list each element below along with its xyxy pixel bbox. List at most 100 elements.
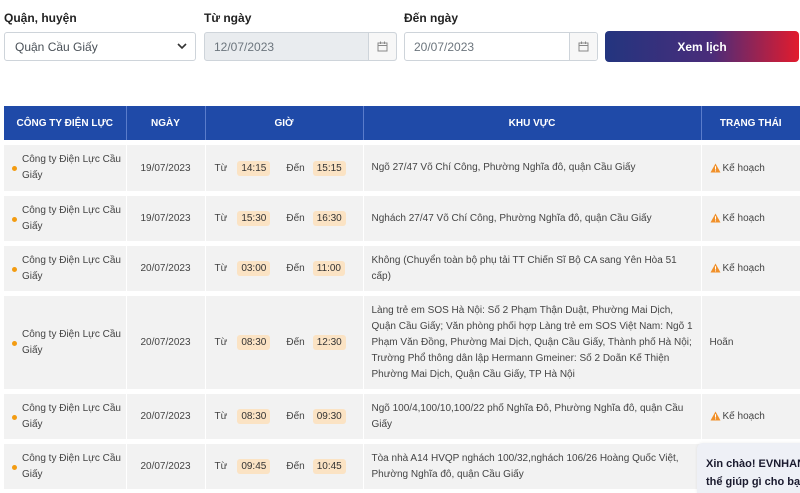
end-time: 10:45 bbox=[312, 459, 346, 474]
start-time: 08:30 bbox=[237, 335, 271, 350]
to-word: Đến bbox=[286, 411, 305, 422]
to-date-value: 20/07/2023 bbox=[414, 40, 475, 54]
company-name: Công ty Điện Lực Cầu Giấy bbox=[22, 254, 121, 282]
from-date-value: 12/07/2023 bbox=[214, 40, 275, 54]
company-name: Công ty Điện Lực Cầu Giấy bbox=[22, 204, 121, 232]
table-row: Công ty Điện Lực Cầu Giấy 20/07/2023 Từ 03:… bbox=[4, 246, 800, 291]
from-word: Từ bbox=[214, 162, 228, 174]
status-text: Kế hoạch bbox=[722, 213, 765, 224]
to-word: Đến bbox=[286, 213, 305, 224]
to-word: Đến bbox=[286, 337, 305, 348]
time-cell: Từ 03:00 Đến 11:00 bbox=[205, 246, 364, 291]
header-time: GIỜ bbox=[205, 106, 364, 140]
bullet-icon bbox=[12, 166, 17, 171]
end-time: 15:15 bbox=[312, 160, 346, 176]
to-date-label: Đến ngày bbox=[404, 11, 459, 25]
from-date-label: Từ ngày bbox=[204, 11, 252, 25]
from-word: Từ bbox=[214, 461, 228, 472]
area-cell: Ngõ 100/4,100/10,100/22 phố Nghĩa Đô, Ph… bbox=[363, 394, 702, 439]
status-cell: Kế hoạch bbox=[701, 394, 800, 439]
company-name: Công ty Điện Lực Cầu Giấy bbox=[22, 452, 121, 480]
area-cell: Ngõ 27/47 Võ Chí Công, Phường Nghĩa đô, … bbox=[363, 145, 702, 191]
time-cell: Từ 14:15 Đến 15:15 bbox=[205, 145, 364, 191]
from-date-input[interactable]: 12/07/2023 bbox=[204, 32, 397, 61]
table-row: Công ty Điện Lực Cầu Giấy 19/07/2023 Từ 15:… bbox=[4, 196, 800, 241]
bullet-icon bbox=[12, 266, 17, 272]
status-cell: Kế hoạch bbox=[701, 246, 800, 291]
date-cell: 19/07/2023 bbox=[126, 196, 206, 241]
from-word: Từ bbox=[214, 263, 228, 274]
bullet-icon bbox=[12, 216, 17, 222]
to-word: Đến bbox=[286, 162, 305, 174]
table-row: Công ty Điện Lực Cầu Giấy 20/07/2023 Từ 08:… bbox=[4, 296, 800, 389]
time-cell: Từ 15:30 Đến 16:30 bbox=[205, 196, 364, 241]
warning-icon bbox=[710, 163, 720, 172]
to-date-input[interactable]: 20/07/2023 bbox=[404, 32, 598, 61]
status-text: Hoãn bbox=[709, 337, 734, 348]
to-word: Đến bbox=[286, 263, 305, 274]
table-header-row: CÔNG TY ĐIỆN LỰC NGÀY GIỜ KHU VỰC TRẠNG … bbox=[4, 106, 800, 140]
district-select[interactable]: Quận Cầu Giấy bbox=[4, 32, 196, 61]
start-time: 08:30 bbox=[237, 409, 271, 424]
table-row: Công ty Điện Lực Cầu Giấy 20/07/2023 Từ 09:… bbox=[4, 444, 800, 489]
district-value: Quận Cầu Giấy bbox=[15, 40, 98, 54]
calendar-icon[interactable] bbox=[569, 33, 597, 60]
from-word: Từ bbox=[214, 337, 228, 348]
company-cell: Công ty Điện Lực Cầu Giấy bbox=[4, 444, 127, 489]
company-name: Công ty Điện Lực Cầu Giấy bbox=[22, 402, 121, 430]
end-time: 11:00 bbox=[312, 261, 345, 276]
warning-icon bbox=[710, 213, 720, 223]
area-cell: Nghách 27/47 Võ Chí Công, Phường Nghĩa đ… bbox=[363, 196, 702, 241]
date-cell: 20/07/2023 bbox=[126, 444, 206, 489]
area-cell: Làng trẻ em SOS Hà Nội: Số 2 Phạm Thận D… bbox=[363, 296, 702, 389]
bullet-icon bbox=[12, 464, 17, 470]
warning-icon bbox=[710, 263, 720, 273]
end-time: 09:30 bbox=[312, 409, 346, 424]
status-text: Kế hoạch bbox=[722, 162, 765, 174]
table-body: Công ty Điện Lực Cầu Giấy 19/07/2023 Từ 14:… bbox=[4, 140, 800, 489]
table-row: Công ty Điện Lực Cầu Giấy 19/07/2023 Từ 14:… bbox=[4, 145, 800, 191]
chat-widget[interactable]: Xin chào! EVNHANOI thể giúp gì cho bạn bbox=[697, 443, 800, 493]
header-status: TRẠNG THÁI bbox=[701, 106, 800, 140]
chat-greeting-line1: Xin chào! EVNHANOI bbox=[706, 458, 800, 470]
date-cell: 20/07/2023 bbox=[126, 394, 206, 439]
start-time: 14:15 bbox=[237, 160, 271, 176]
table-row: Công ty Điện Lực Cầu Giấy 20/07/2023 Từ 08:… bbox=[4, 394, 800, 439]
time-cell: Từ 09:45 Đến 10:45 bbox=[205, 444, 364, 489]
company-cell: Công ty Điện Lực Cầu Giấy bbox=[4, 145, 127, 191]
date-cell: 19/07/2023 bbox=[126, 145, 206, 191]
company-name: Công ty Điện Lực Cầu Giấy bbox=[22, 154, 121, 181]
status-cell: Kế hoạch bbox=[701, 196, 800, 241]
company-cell: Công ty Điện Lực Cầu Giấy bbox=[4, 296, 127, 389]
chevron-down-icon bbox=[177, 43, 187, 50]
end-time: 12:30 bbox=[312, 335, 346, 350]
end-time: 16:30 bbox=[312, 211, 346, 226]
status-text: Kế hoạch bbox=[722, 411, 765, 422]
area-cell: Tòa nhà A14 HVQP nghách 100/32,nghách 10… bbox=[363, 444, 702, 489]
outage-table: CÔNG TY ĐIỆN LỰC NGÀY GIỜ KHU VỰC TRẠNG … bbox=[4, 106, 800, 489]
warning-icon bbox=[710, 411, 720, 421]
from-word: Từ bbox=[214, 411, 228, 422]
calendar-icon[interactable] bbox=[368, 33, 396, 60]
time-cell: Từ 08:30 Đến 09:30 bbox=[205, 394, 364, 439]
company-cell: Công ty Điện Lực Cầu Giấy bbox=[4, 246, 127, 291]
status-cell: Kế hoạch bbox=[701, 145, 800, 191]
district-label: Quận, huyện bbox=[4, 11, 77, 25]
view-schedule-button[interactable]: Xem lịch bbox=[605, 31, 799, 62]
bullet-icon bbox=[12, 340, 17, 346]
company-name: Công ty Điện Lực Cầu Giấy bbox=[22, 328, 121, 356]
time-cell: Từ 08:30 Đến 12:30 bbox=[205, 296, 364, 389]
start-time: 03:00 bbox=[237, 261, 271, 276]
chat-greeting-line2: thể giúp gì cho bạn bbox=[706, 476, 800, 488]
date-cell: 20/07/2023 bbox=[126, 296, 206, 389]
date-cell: 20/07/2023 bbox=[126, 246, 206, 291]
status-text: Kế hoạch bbox=[722, 263, 765, 274]
header-company: CÔNG TY ĐIỆN LỰC bbox=[4, 106, 127, 140]
company-cell: Công ty Điện Lực Cầu Giấy bbox=[4, 196, 127, 241]
status-cell: Hoãn bbox=[701, 296, 800, 389]
header-area: KHU VỰC bbox=[363, 106, 702, 140]
start-time: 09:45 bbox=[237, 459, 271, 474]
to-word: Đến bbox=[286, 461, 305, 472]
filter-bar: Quận, huyện Quận Cầu Giấy Từ ngày 12/07/… bbox=[0, 0, 800, 80]
area-cell: Không (Chuyển toàn bộ phụ tải TT Chiến S… bbox=[363, 246, 702, 291]
